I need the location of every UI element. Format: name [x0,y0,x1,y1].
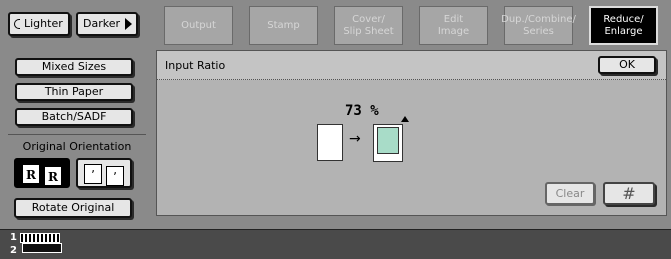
original-orientation-title: Original Orientation [22,140,132,153]
rotate-original-label: Rotate Original [31,201,115,214]
thin-paper-button[interactable]: Thin Paper [15,83,133,101]
rotate-original-button[interactable]: Rotate Original [14,198,132,218]
mixed-sizes-button[interactable]: Mixed Sizes [15,58,133,76]
mixed-sizes-label: Mixed Sizes [41,60,107,73]
orientation-unreadable-button[interactable]: ʼ ʼ [76,158,132,188]
original-stack-icon: R [22,164,40,184]
lighter-button[interactable]: Lighter [8,12,70,36]
original-page-icon [317,124,343,161]
tab-edit-image[interactable]: Edit Image [419,6,488,45]
copy-page-icon [373,124,403,162]
panel-header: Input Ratio OK [157,51,666,80]
corner-marker-icon [401,116,409,122]
hash-button[interactable]: # [603,182,655,205]
document-stack-icon [20,233,64,255]
stack-sheet-2 [22,243,62,253]
stack-sheet-1 [20,233,60,243]
ratio-readout: 73 % [345,103,379,119]
hash-label: # [622,183,636,203]
arrow-icon: → [349,131,361,147]
tab-stamp[interactable]: Stamp [249,6,318,45]
orientation-divider [8,134,146,135]
orientation-readable-button[interactable]: R R [14,158,70,188]
tab-reduce-label: Reduce/ Enlarge [603,13,644,37]
batch-sadf-label: Batch/SADF [41,110,107,123]
half-circle-left-icon [14,19,20,29]
tab-cover-label: Cover/ Slip Sheet [343,13,394,37]
panel-title: Input Ratio [165,59,226,72]
tab-output-label: Output [181,19,216,31]
lighter-label: Lighter [24,17,63,30]
tab-output[interactable]: Output [164,6,233,45]
reduced-area-icon [377,127,399,154]
ratio-value: 73 [345,103,362,119]
tab-edit-label: Edit Image [437,13,470,37]
input-ratio-panel: Input Ratio OK 73 % → Clear # [156,50,667,216]
thin-paper-label: Thin Paper [44,85,104,98]
tab-dup-combine-series[interactable]: Dup./Combine/ Series [501,6,576,45]
original-stack-icon-2: R [44,166,62,186]
ok-label: OK [619,58,635,71]
tab-cover-slip-sheet[interactable]: Cover/ Slip Sheet [334,6,403,45]
status-bar: 1 2 [0,229,671,259]
status-line-1: 1 [10,232,17,243]
rotated-original-icon: ʼ [84,164,102,184]
rotated-original-icon-2: ʼ [106,166,124,186]
clear-button[interactable]: Clear [545,182,595,205]
tab-reduce-enlarge[interactable]: Reduce/ Enlarge [589,6,658,45]
darker-button[interactable]: Darker [76,12,138,36]
darker-label: Darker [82,17,120,30]
tab-dup-label: Dup./Combine/ Series [501,13,576,37]
tab-stamp-label: Stamp [267,19,300,31]
ratio-unit: % [370,103,379,119]
ok-button[interactable]: OK [598,56,656,74]
batch-sadf-button[interactable]: Batch/SADF [15,108,133,126]
status-line-2: 2 [10,245,17,256]
triangle-right-icon [125,18,132,30]
clear-label: Clear [555,186,585,200]
